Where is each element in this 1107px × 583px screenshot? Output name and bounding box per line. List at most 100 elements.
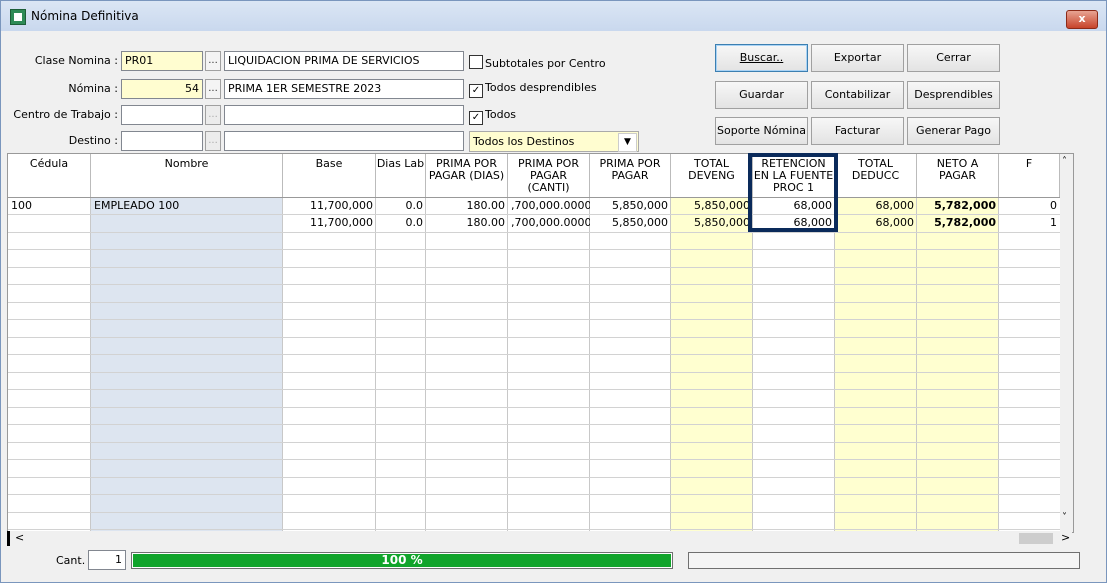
centro-trabajo-lookup-button[interactable]: ... [205, 105, 221, 125]
nomina-code-input[interactable]: 54 [121, 79, 203, 99]
checkbox-unchecked-icon [469, 55, 483, 69]
cell-total-deducc[interactable]: 68,000 [835, 215, 917, 231]
centro-trabajo-desc-field[interactable] [224, 105, 464, 125]
contabilizar-button[interactable]: Contabilizar [811, 81, 904, 109]
destinos-select-value: Todos los Destinos [473, 135, 575, 148]
cell-neto[interactable]: 5,782,000 [917, 198, 999, 214]
cell-base[interactable]: 11,700,000 [283, 198, 376, 214]
grid-hline [8, 407, 1060, 408]
destino-label: Destino : [68, 134, 118, 147]
destino-code-input[interactable] [121, 131, 203, 151]
grid-hline [8, 302, 1060, 303]
subtotales-label: Subtotales por Centro [485, 57, 606, 70]
grid-hline [8, 284, 1060, 285]
destinos-select[interactable]: Todos los Destinos ▼ [469, 131, 639, 152]
clase-nomina-lookup-button[interactable]: ... [205, 51, 221, 71]
grid-hline [8, 249, 1060, 250]
header-total-deducc[interactable]: TOTAL DEDUCC [835, 154, 917, 197]
checkmark-icon: ✓ [469, 84, 483, 98]
cell-prima-canti[interactable]: ,700,000.0000 [508, 215, 590, 231]
cell-prima-canti[interactable]: ,700,000.0000 [508, 198, 590, 214]
chevron-left-icon[interactable]: < [15, 531, 24, 544]
subtotales-checkbox[interactable]: Subtotales por Centro [469, 55, 606, 70]
grid-hline [8, 337, 1060, 338]
horizontal-scrollbar[interactable]: < > [7, 531, 1072, 546]
exportar-button[interactable]: Exportar [811, 44, 904, 72]
cell-prima-pagar[interactable]: 5,850,000 [590, 198, 671, 214]
chevron-down-icon[interactable]: ▼ [618, 133, 637, 152]
clase-nomina-desc-field[interactable]: LIQUIDACION PRIMA DE SERVICIOS [224, 51, 464, 71]
header-total-deveng[interactable]: TOTAL DEVENG [671, 154, 753, 197]
todos-checkbox[interactable]: ✓ Todos [469, 108, 516, 125]
nomina-lookup-button[interactable]: ... [205, 79, 221, 99]
header-prima-pagar[interactable]: PRIMA POR PAGAR [590, 154, 671, 197]
generar-pago-button[interactable]: Generar Pago [907, 117, 1000, 145]
cell-prima-pagar[interactable]: 5,850,000 [590, 215, 671, 231]
cerrar-button[interactable]: Cerrar [907, 44, 1000, 72]
cant-label: Cant. [56, 554, 86, 567]
scroll-position-marker [7, 531, 10, 546]
cell-cedula[interactable] [8, 215, 91, 231]
table-row[interactable]: 11,700,000 0.0 180.00 ,700,000.0000 5,85… [8, 215, 1060, 231]
grid-hline [8, 354, 1060, 355]
header-dias-lab[interactable]: Dias Lab [376, 154, 426, 197]
app-icon [10, 9, 26, 25]
cell-neto[interactable]: 5,782,000 [917, 215, 999, 231]
cell-cedula[interactable]: 100 [8, 198, 91, 214]
grid-hline [8, 389, 1060, 390]
header-cedula[interactable]: Cédula [8, 154, 91, 197]
progress-bar: 100 % [131, 552, 673, 569]
cell-prima-dias[interactable]: 180.00 [426, 215, 508, 231]
chevron-down-icon[interactable]: ˅ [1062, 512, 1067, 523]
cell-f[interactable]: 0 [999, 198, 1060, 214]
cell-base[interactable]: 11,700,000 [283, 215, 376, 231]
centro-trabajo-code-input[interactable] [121, 105, 203, 125]
header-nombre[interactable]: Nombre [91, 154, 283, 197]
cell-dias-lab[interactable]: 0.0 [376, 198, 426, 214]
cell-nombre[interactable]: EMPLEADO 100 [91, 198, 283, 214]
grid-hline [8, 512, 1060, 513]
grid-hline [8, 459, 1060, 460]
cell-nombre[interactable] [91, 215, 283, 231]
guardar-button[interactable]: Guardar [715, 81, 808, 109]
todos-desprendibles-checkbox[interactable]: ✓ Todos desprendibles [469, 81, 597, 98]
todos-label: Todos [485, 108, 517, 121]
cell-dias-lab[interactable]: 0.0 [376, 215, 426, 231]
nomina-label: Nómina : [68, 82, 118, 95]
chevron-right-icon[interactable]: > [1061, 531, 1070, 544]
grid-hline [8, 442, 1060, 443]
header-neto[interactable]: NETO A PAGAR [917, 154, 999, 197]
scroll-thumb[interactable] [1019, 533, 1053, 544]
facturar-button[interactable]: Facturar [811, 117, 904, 145]
cell-total-deveng[interactable]: 5,850,000 [671, 215, 753, 231]
cell-total-deducc[interactable]: 68,000 [835, 198, 917, 214]
nomina-desc-field[interactable]: PRIMA 1ER SEMESTRE 2023 [224, 79, 464, 99]
grid-hline [8, 319, 1060, 320]
table-row[interactable]: 100 EMPLEADO 100 11,700,000 0.0 180.00 ,… [8, 198, 1060, 214]
header-f[interactable]: F [999, 154, 1060, 197]
destino-lookup-button[interactable]: ... [205, 131, 221, 151]
header-prima-dias[interactable]: PRIMA POR PAGAR (DIAS) [426, 154, 508, 197]
desprendibles-button[interactable]: Desprendibles [907, 81, 1000, 109]
header-prima-canti[interactable]: PRIMA POR PAGAR (CANTI) [508, 154, 590, 197]
buscar-button[interactable]: Buscar.. [715, 44, 808, 72]
clase-nomina-code-input[interactable]: PR01 [121, 51, 203, 71]
destino-desc-field[interactable] [224, 131, 464, 151]
payroll-grid[interactable]: Cédula Nombre Base Dias Lab PRIMA POR PA… [7, 153, 1074, 533]
cell-total-deveng[interactable]: 5,850,000 [671, 198, 753, 214]
grid-hline [8, 267, 1060, 268]
vertical-scrollbar[interactable]: ˄ ˅ [1060, 154, 1073, 532]
cell-f[interactable]: 1 [999, 215, 1060, 231]
soporte-nomina-button[interactable]: Soporte Nómina [715, 117, 808, 145]
grid-hline [8, 529, 1060, 530]
grid-hline [8, 424, 1060, 425]
chevron-up-icon[interactable]: ˄ [1062, 156, 1067, 167]
grid-hline [8, 372, 1060, 373]
centro-trabajo-label: Centro de Trabajo : [13, 108, 118, 121]
header-base[interactable]: Base [283, 154, 376, 197]
close-button[interactable]: x [1066, 10, 1098, 29]
progress-text: 100 % [381, 553, 423, 567]
secondary-progress-bar [688, 552, 1080, 569]
buscar-label: Buscar.. [739, 51, 784, 64]
cell-prima-dias[interactable]: 180.00 [426, 198, 508, 214]
